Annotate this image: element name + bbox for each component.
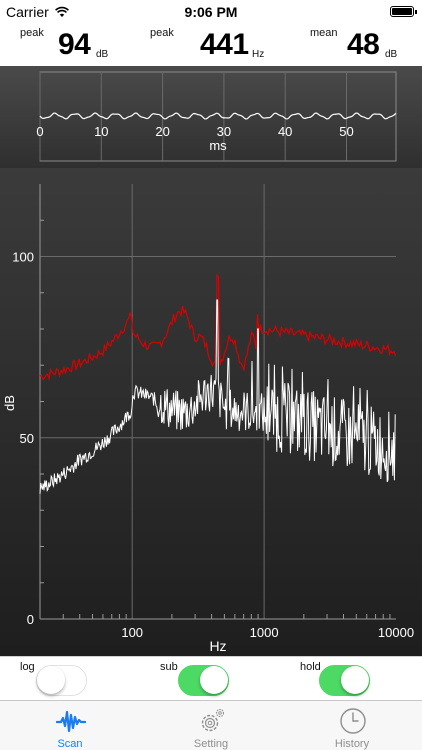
spectrum-y-tick-label: 100 xyxy=(12,250,34,265)
waveform-icon xyxy=(56,710,86,733)
spectrum-grid xyxy=(40,184,396,619)
status-bar: Carrier 9:06 PM xyxy=(0,0,422,24)
toggle-knob xyxy=(200,666,228,694)
spectrum-y-label: dB xyxy=(2,395,17,411)
mean-db-readout: mean 48 dB xyxy=(285,24,422,66)
peak-db-readout: peak 94 dB xyxy=(0,24,140,66)
waveform-grid xyxy=(39,72,347,161)
readout-unit: dB xyxy=(385,49,398,60)
tab-history[interactable]: History xyxy=(282,701,422,750)
tab-label: Setting xyxy=(193,738,229,750)
tab-scan[interactable]: Scan xyxy=(0,701,140,750)
sub-toggle[interactable] xyxy=(178,665,229,696)
readout-unit: dB xyxy=(96,49,109,60)
clock-icon xyxy=(340,708,366,734)
readout-value: 441 xyxy=(200,28,249,61)
sub-toggle-label: sub xyxy=(160,661,178,673)
status-time: 9:06 PM xyxy=(184,4,238,20)
spectrum-x-label: Hz xyxy=(209,638,226,654)
readout-label: mean xyxy=(310,27,338,39)
spectrum-x-tick-label: 100 xyxy=(121,625,143,640)
hold-toggle-label: hold xyxy=(300,661,321,673)
spectrum-panel: 0 50 100 100 1000 10000 dB Hz xyxy=(0,168,422,656)
spectrum-y-tick-label: 0 xyxy=(27,612,34,627)
waveform-tick-label: 40 xyxy=(278,124,292,139)
waveform-tick-label: 50 xyxy=(339,124,353,139)
readouts-bar: peak 94 dB peak 441 Hz mean 48 dB xyxy=(0,24,422,66)
log-toggle-label: log xyxy=(20,661,35,673)
spectrum-tick-labels: 0 50 100 100 1000 10000 xyxy=(12,250,414,641)
readout-value: 94 xyxy=(58,28,91,61)
waveform-trace xyxy=(39,112,397,120)
waveform-plot: 0 10 20 30 40 50 ms xyxy=(36,71,397,162)
log-toggle[interactable] xyxy=(36,665,87,696)
spectrum-x-tick-label: 10000 xyxy=(378,625,414,640)
waveform-tick-label: 30 xyxy=(217,124,231,139)
toggle-knob xyxy=(341,666,369,694)
waveform-tick-labels: 0 10 20 30 40 50 xyxy=(36,124,353,139)
spectrum-minor-ticks xyxy=(39,219,391,619)
toggle-knob xyxy=(37,666,65,694)
readout-value: 48 xyxy=(347,28,380,61)
battery-icon xyxy=(390,6,417,17)
spectrum-y-tick-label: 50 xyxy=(20,431,34,446)
current-spectrum-trace xyxy=(39,299,396,494)
gear-icon xyxy=(201,708,225,732)
peak-hz-readout: peak 441 Hz xyxy=(140,24,285,66)
spectrum-plot: 0 50 100 100 1000 10000 dB Hz xyxy=(2,184,414,654)
readout-label: peak xyxy=(20,27,44,39)
readout-label: peak xyxy=(150,27,174,39)
waveform-tick-label: 20 xyxy=(155,124,169,139)
tab-setting[interactable]: Setting xyxy=(141,701,281,750)
readout-unit: Hz xyxy=(252,49,265,60)
waveform-x-label: ms xyxy=(209,138,227,153)
tab-label: History xyxy=(334,738,370,750)
waveform-tick-label: 0 xyxy=(36,124,43,139)
spectrum-x-tick-label: 1000 xyxy=(250,625,279,640)
tab-label: Scan xyxy=(57,738,83,750)
waveform-panel: 0 10 20 30 40 50 ms xyxy=(0,66,422,168)
tab-bar: Scan Setting History xyxy=(0,700,422,750)
hold-toggle[interactable] xyxy=(319,665,370,696)
waveform-tick-label: 10 xyxy=(94,124,108,139)
controls-bar: log sub hold xyxy=(0,656,422,700)
